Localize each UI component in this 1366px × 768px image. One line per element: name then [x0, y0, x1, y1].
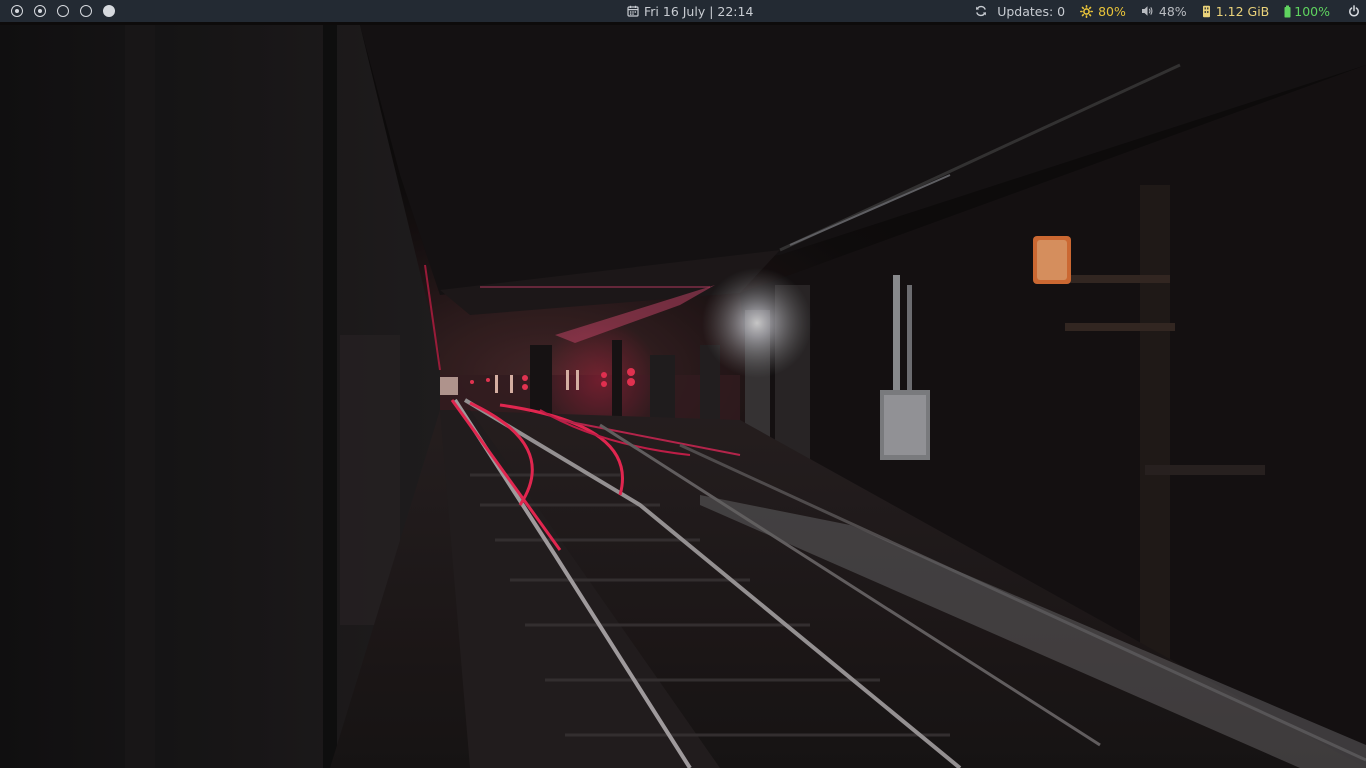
battery-text: 100% — [1294, 3, 1330, 19]
memory-module[interactable]: 1.12 GiB — [1202, 3, 1270, 19]
power-icon[interactable] — [1348, 5, 1360, 17]
subway-tunnel-illustration — [0, 25, 1366, 768]
speaker-icon — [1141, 5, 1154, 17]
workspace-2-indicator[interactable] — [34, 5, 46, 17]
sun-icon — [1080, 4, 1094, 18]
top-bar: Fri 16 July | 22:14 Updates: 0 80% 48% 1… — [0, 0, 1366, 22]
battery-module[interactable]: 100% — [1284, 4, 1330, 19]
volume-module[interactable]: 48% — [1141, 4, 1187, 19]
updates-text: Updates: 0 — [997, 3, 1066, 19]
calendar-icon — [627, 5, 639, 17]
refresh-icon — [975, 5, 987, 17]
workspace-1-indicator[interactable] — [11, 5, 23, 17]
desktop-wallpaper — [0, 25, 1366, 768]
memory-icon — [1202, 5, 1211, 18]
battery-icon — [1284, 5, 1291, 18]
workspace-4-indicator[interactable] — [80, 5, 92, 17]
brightness-text: 80% — [1098, 3, 1126, 19]
updates-module[interactable]: Updates: 0 — [975, 4, 1065, 19]
workspace-3-indicator[interactable] — [57, 5, 69, 17]
clock-module[interactable]: Fri 16 July | 22:14 — [627, 0, 753, 22]
workspace-switcher — [0, 5, 115, 17]
status-modules: Updates: 0 80% 48% 1.12 GiB 100% — [975, 0, 1366, 22]
memory-text: 1.12 GiB — [1215, 3, 1270, 19]
brightness-module[interactable]: 80% — [1080, 4, 1126, 19]
volume-text: 48% — [1158, 3, 1187, 19]
clock-text: Fri 16 July | 22:14 — [644, 3, 754, 19]
workspace-5-indicator[interactable] — [103, 5, 115, 17]
